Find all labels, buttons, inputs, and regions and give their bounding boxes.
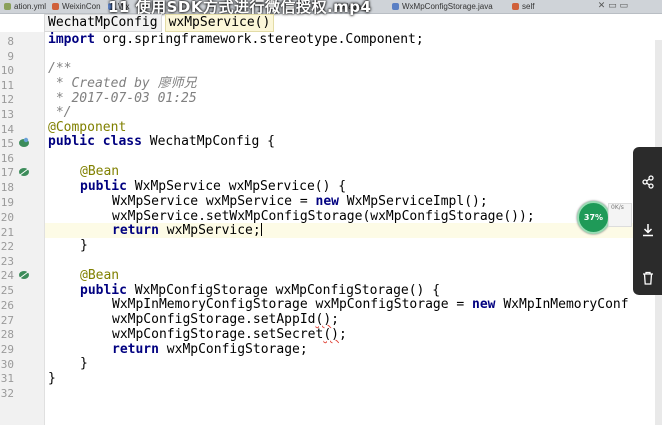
code-line-31: } — [48, 371, 56, 386]
line-number: 31 — [0, 372, 14, 385]
download-progress-badge[interactable]: 37% — [577, 201, 610, 234]
line-number: 11 — [0, 79, 14, 92]
line-number: 24 — [0, 269, 14, 282]
line-number: 29 — [0, 343, 14, 356]
bean-gutter-icon[interactable] — [18, 269, 30, 280]
line-number: 25 — [0, 284, 14, 297]
code-line-11: * Created by 廖师兄 — [48, 76, 197, 91]
file-tab[interactable]: WeixinCon — [48, 1, 105, 12]
code-line-19: WxMpService wxMpService = new WxMpServic… — [112, 194, 488, 209]
line-number: 15 — [0, 137, 14, 150]
interface-file-icon — [392, 3, 399, 10]
breadcrumb-method[interactable]: wxMpService() — [164, 14, 275, 32]
code-line-18: public WxMpService wxMpService() { — [80, 179, 347, 194]
line-number: 26 — [0, 299, 14, 312]
line-number: 18 — [0, 181, 14, 194]
line-number: 17 — [0, 166, 14, 179]
code-line-13: */ — [48, 105, 72, 120]
file-tab[interactable]: self — [508, 1, 538, 12]
download-icon[interactable] — [642, 223, 654, 241]
code-line-10: /** — [48, 61, 72, 76]
line-number: 9 — [7, 50, 14, 63]
line-number: 8 — [7, 35, 14, 48]
code-line-26: WxMpInMemoryConfigStorage wxMpConfigStor… — [112, 297, 629, 312]
breadcrumb-class[interactable]: WechatMpConfig — [44, 14, 162, 32]
download-speed: 0K/s — [608, 203, 632, 227]
code-line-22: } — [80, 238, 88, 253]
code-line-14: @Component — [48, 120, 127, 135]
class-file-icon — [512, 3, 519, 10]
code-line-20: wxMpService.setWxMpConfigStorage(wxMpCon… — [112, 209, 535, 224]
bean-gutter-icon[interactable] — [18, 166, 30, 177]
text-caret — [260, 223, 262, 236]
code-line-12: * 2017-07-03 01:25 — [48, 91, 197, 106]
breadcrumb: WechatMpConfig wxMpService() — [44, 14, 275, 32]
line-number: 22 — [0, 240, 14, 253]
file-tab[interactable]: WxMpConfigStorage.java — [388, 1, 497, 12]
line-number: 13 — [0, 108, 14, 121]
class-file-icon — [52, 3, 59, 10]
line-number: 30 — [0, 358, 14, 371]
share-icon[interactable] — [642, 175, 654, 193]
video-tool-panel — [633, 147, 662, 295]
line-number: 10 — [0, 64, 14, 77]
line-number: 21 — [0, 226, 14, 239]
line-number: 14 — [0, 123, 14, 136]
line-number: 20 — [0, 211, 14, 224]
code-line-29: return wxMpConfigStorage; — [112, 342, 308, 357]
bean-gutter-icon[interactable] — [18, 137, 30, 148]
line-number: 27 — [0, 314, 14, 327]
line-number: 32 — [0, 387, 14, 400]
line-number: 23 — [0, 255, 14, 268]
code-editor[interactable]: import org.springframework.stereotype.Co… — [48, 32, 662, 425]
code-line-21: return wxMpService; — [112, 223, 262, 238]
yaml-file-icon — [4, 3, 11, 10]
trash-icon[interactable] — [642, 271, 654, 289]
line-number: 19 — [0, 196, 14, 209]
code-line-24: @Bean — [80, 268, 120, 283]
code-line-15: public class WechatMpConfig { — [48, 134, 275, 149]
code-line-17: @Bean — [80, 164, 120, 179]
code-line-30: } — [80, 356, 88, 371]
code-line-25: public WxMpConfigStorage wxMpConfigStora… — [80, 283, 441, 298]
code-line-28: wxMpConfigStorage.setSecret(); — [112, 327, 347, 342]
code-line-27: wxMpConfigStorage.setAppId(); — [112, 312, 339, 327]
line-number: 28 — [0, 328, 14, 341]
line-number: 16 — [0, 152, 14, 165]
code-line-8: import org.springframework.stereotype.Co… — [48, 32, 424, 47]
line-number: 12 — [0, 93, 14, 106]
file-tab[interactable]: ation.yml — [0, 1, 50, 12]
window-controls[interactable]: ✕ ▭ ▭ — [598, 1, 628, 11]
